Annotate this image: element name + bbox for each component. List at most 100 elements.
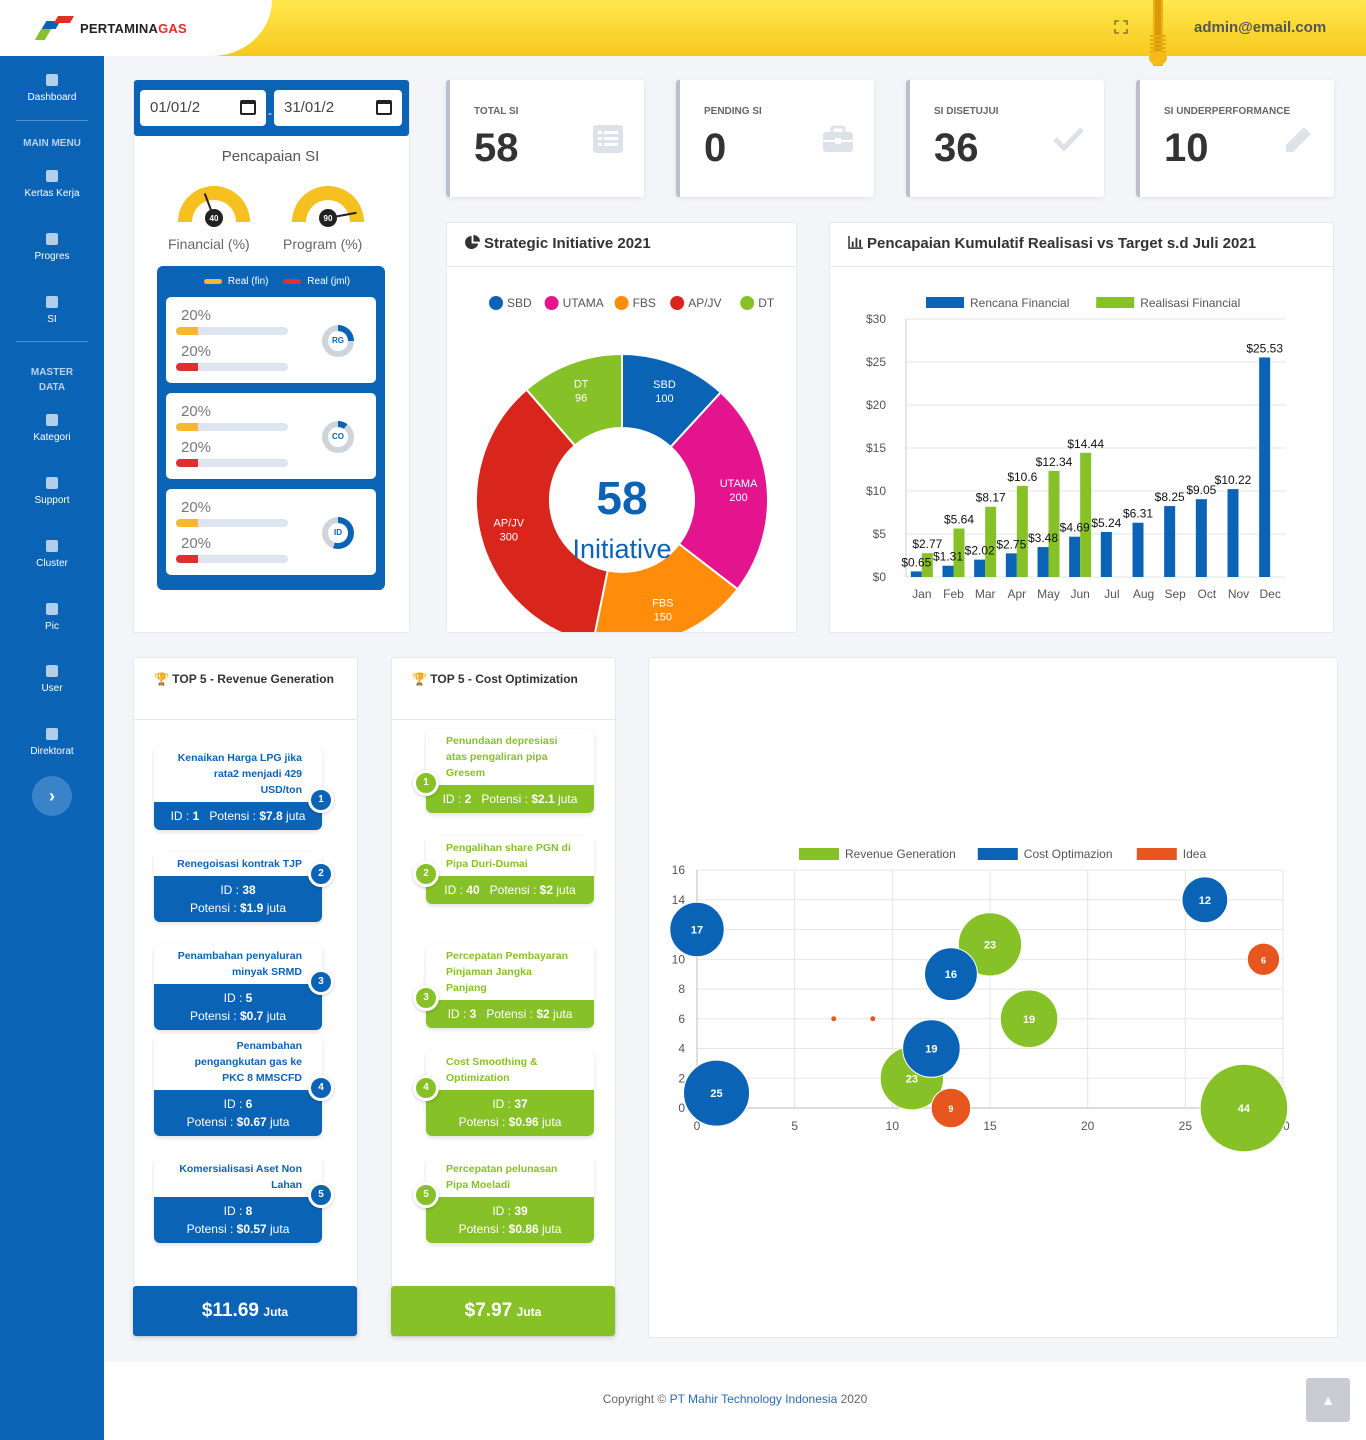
kumulatif-card: Pencapaian Kumulatif Realisasi vs Target…	[829, 222, 1334, 633]
id-ring-chart: ID	[322, 517, 354, 549]
y-tick-label: 14	[672, 893, 686, 907]
y-tick-label: 4	[678, 1042, 685, 1056]
sidebar-item-si[interactable]: SI	[0, 296, 104, 325]
date-to-input[interactable]: 31/01/2	[274, 90, 402, 126]
rg-ring-chart: RG	[322, 325, 354, 357]
data-label: $2.75	[996, 537, 1026, 551]
sidebar: Dashboard MAIN MENU Kertas Kerja Progres…	[0, 56, 104, 1440]
cost-item[interactable]: Pengalihan share PGN di Pipa Duri-Dumai I…	[426, 836, 594, 904]
y-tick-label: $10	[866, 484, 886, 498]
sidebar-toggle-button[interactable]: ›	[32, 776, 72, 816]
x-tick-label: Jun	[1070, 587, 1089, 601]
stat-si-disetujui[interactable]: SI DISETUJUI 36	[906, 80, 1104, 197]
brand-name: PERTAMINAGAS	[80, 20, 187, 36]
sidebar-item-kategori[interactable]: Kategori	[0, 414, 104, 443]
revenue-item[interactable]: Komersialisasi Aset Non Lahan ID : 8 Poten…	[154, 1157, 322, 1243]
date-from-input[interactable]: 01/01/2	[140, 90, 266, 126]
pie-chart-icon	[465, 235, 480, 250]
item-title: Percepatan pelunasan Pipa Moeladi	[446, 1163, 558, 1191]
data-label: $6.31	[1123, 507, 1153, 521]
strategic-initiative-card: Strategic Initiative 2021 SBD UTAMA FBS AP/…	[446, 222, 797, 633]
legend-dot	[489, 296, 503, 310]
calendar-icon[interactable]	[376, 100, 392, 115]
sidebar-item-cluster[interactable]: Cluster	[0, 540, 104, 569]
date-separator: -	[268, 106, 272, 120]
revenue-total: $11.69 Juta	[133, 1286, 357, 1336]
file-icon	[46, 170, 58, 182]
bar	[1037, 547, 1049, 577]
cost-item[interactable]: Percepatan pelunasan Pipa Moeladi ID : 39…	[426, 1157, 594, 1243]
co-ring-chart: CO	[322, 421, 354, 453]
user-email[interactable]: admin@email.com	[1194, 19, 1326, 36]
company-link[interactable]: PT Mahir Technology Indonesia	[670, 1392, 838, 1406]
item-title: Penambahan penyaluran minyak SRMD	[177, 950, 302, 978]
bubble-chart: Revenue Generation Cost Optimazion Idea 0 2 4…	[669, 847, 1290, 1153]
y-tick-label: 8	[678, 982, 685, 996]
item-potensi: ID : 38 Potensi : $1.9 juta	[154, 876, 322, 922]
sidebar-item-user[interactable]: User	[0, 665, 104, 694]
pencapaian-legend: Real (fin) Real (jml)	[157, 276, 385, 287]
bubble-label: 25	[710, 1088, 722, 1100]
bar	[1259, 357, 1271, 577]
revenue-item[interactable]: Renegoisasi kontrak TJP ID : 38 Potensi : …	[154, 852, 322, 922]
gauges: 40 90	[178, 186, 364, 227]
bubble-label: 23	[906, 1073, 918, 1085]
slice-value: 200	[729, 492, 747, 504]
stat-total-si[interactable]: TOTAL SI 58	[446, 80, 644, 197]
y-tick-label: $30	[866, 312, 886, 326]
revenue-item[interactable]: Penambahan penyaluran minyak SRMD ID : 5P…	[154, 944, 322, 1030]
sidebar-item-kertas-kerja[interactable]: Kertas Kerja	[0, 170, 104, 199]
brand-logo[interactable]: PERTAMINAGAS	[0, 0, 272, 56]
pencapaian-detail-panel: Real (fin) Real (jml) 20% 20% RG 20% 20%…	[157, 266, 385, 590]
y-tick-label: 10	[672, 952, 686, 966]
legend-label: Revenue Generation	[845, 847, 956, 861]
calendar-icon[interactable]	[240, 100, 256, 115]
revenue-item[interactable]: Penambahan pengangkutan gas ke PKC 8 MMS…	[154, 1034, 322, 1136]
cost-item[interactable]: Cost Smoothing & Optimization ID : 37 Pote…	[426, 1050, 594, 1136]
zipper-decoration-icon	[1149, 0, 1167, 66]
item-potensi: ID : 37 Potensi : $0.96 juta	[426, 1090, 594, 1136]
bar	[1016, 485, 1028, 577]
center-value: 58	[596, 472, 647, 524]
cost-item[interactable]: Percepatan Pembayaran Pinjaman Jangka Pa…	[426, 944, 594, 1028]
rank-badge: 5	[413, 1182, 439, 1208]
gauge-label-program: Program (%)	[283, 236, 363, 252]
jml-percent: 20%	[181, 343, 212, 360]
revenue-item[interactable]: Kenaikan Harga LPG jika rata2 menjadi 42…	[154, 746, 322, 830]
stat-pending-si[interactable]: PENDING SI 0	[676, 80, 874, 197]
data-label: $8.25	[1155, 490, 1185, 504]
center-label: Initiative	[572, 534, 671, 564]
sidebar-item-support[interactable]: Support	[0, 477, 104, 506]
bar-chart-icon	[848, 236, 863, 249]
sidebar-item-pic[interactable]: Pic	[0, 603, 104, 632]
expand-icon[interactable]	[1114, 20, 1128, 34]
x-tick-label: May	[1037, 587, 1060, 601]
legend-swatch	[1096, 297, 1135, 308]
pencapaian-item-id: 20% 20% ID	[166, 489, 376, 575]
sidebar-item-progres[interactable]: Progres	[0, 233, 104, 262]
data-label: $12.34	[1036, 455, 1073, 469]
slice-label: DT	[574, 378, 589, 390]
bar	[1005, 553, 1017, 577]
item-title: Kenaikan Harga LPG jika rata2 menjadi 42…	[177, 752, 302, 796]
cost-item[interactable]: Penundaan depresiasi atas pengaliran pip…	[426, 729, 594, 813]
item-potensi: ID : 2 Potensi : $2.1 juta	[426, 785, 594, 813]
scroll-top-button[interactable]: ▲	[1306, 1378, 1350, 1422]
bubble-label: 12	[1199, 895, 1211, 907]
date-filter: 01/01/2 - 31/01/2	[134, 80, 409, 136]
rank-badge: 2	[308, 861, 334, 887]
data-label: $2.02	[965, 544, 995, 558]
y-tick-label: $20	[866, 398, 886, 412]
data-label: $5.64	[944, 512, 974, 526]
slice-value: 100	[655, 393, 673, 405]
item-title: Renegoisasi kontrak TJP	[177, 858, 302, 870]
rank-badge: 4	[308, 1075, 334, 1101]
stat-si-underperformance[interactable]: SI UNDERPERFORMANCE 10	[1136, 80, 1334, 197]
bubble-label: 9	[948, 1104, 953, 1114]
bubble-label: 44	[1238, 1103, 1251, 1115]
sidebar-item-direktorat[interactable]: Direktorat	[0, 728, 104, 757]
sidebar-item-dashboard[interactable]: Dashboard	[0, 74, 104, 103]
data-label: $4.69	[1060, 521, 1090, 535]
jml-progress-bar	[176, 459, 288, 467]
archive-icon	[46, 414, 58, 426]
